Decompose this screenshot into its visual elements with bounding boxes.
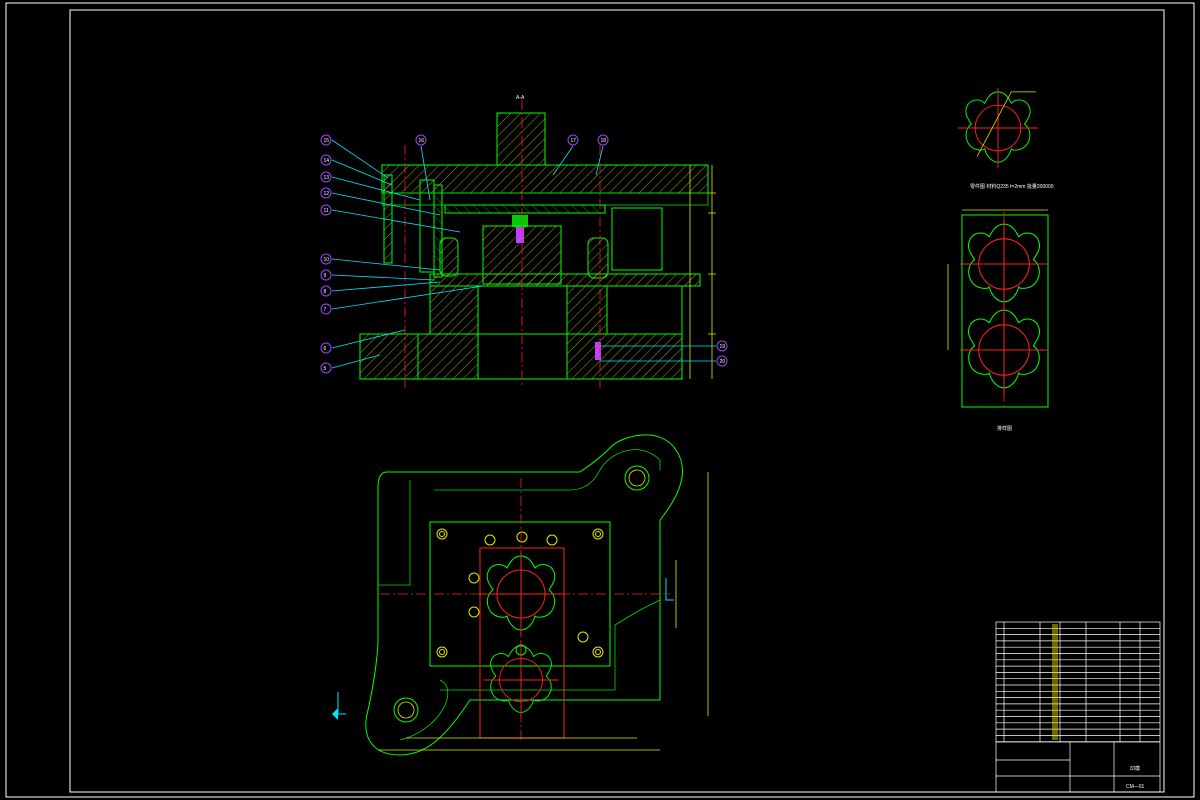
balloon-number: 16	[419, 138, 425, 144]
balloon-number: 17	[571, 138, 577, 144]
section-view: A-A	[359, 95, 716, 388]
balloon-number: 5	[324, 366, 327, 372]
strip-caption: 排样图	[997, 425, 1012, 432]
balloon-number: 9	[324, 273, 327, 279]
strip-channel	[479, 547, 565, 739]
plan-view	[332, 434, 709, 756]
die-shank	[496, 112, 546, 166]
balloon-number: 20	[720, 359, 726, 365]
cad-drawing-canvas: A-A 零件图 材料Q235 t=2mm 批量200000 排样图 凹模 CM—…	[5, 2, 1195, 798]
title-block: 凹模 CM—01	[996, 741, 1160, 792]
section-label: A-A	[516, 95, 525, 101]
part-view-caption: 零件图 材料Q235 t=2mm 批量200000	[970, 183, 1054, 190]
balloon-number: 10	[324, 257, 330, 263]
drawing-name: 凹模	[1130, 765, 1140, 772]
balloon-number: 11	[324, 208, 329, 214]
drawing-number: CM—01	[1126, 784, 1145, 790]
balloon-number: 19	[720, 344, 726, 350]
balloon-number: 18	[601, 138, 607, 144]
balloon-number: 6	[324, 346, 327, 352]
balloon-number: 12	[324, 191, 330, 197]
outer-frame	[5, 2, 1195, 798]
strip-layout	[947, 209, 1049, 410]
lower-base	[359, 333, 419, 380]
balloon-number: 15	[324, 138, 330, 144]
upper-die-plate	[381, 164, 709, 194]
inner-frame	[69, 9, 1165, 793]
balloon-number: 7	[324, 307, 327, 313]
balloon-number: 14	[324, 158, 330, 164]
balloon-number: 13	[324, 175, 330, 181]
part-view	[957, 87, 1039, 169]
balloon-number: 8	[324, 289, 327, 295]
